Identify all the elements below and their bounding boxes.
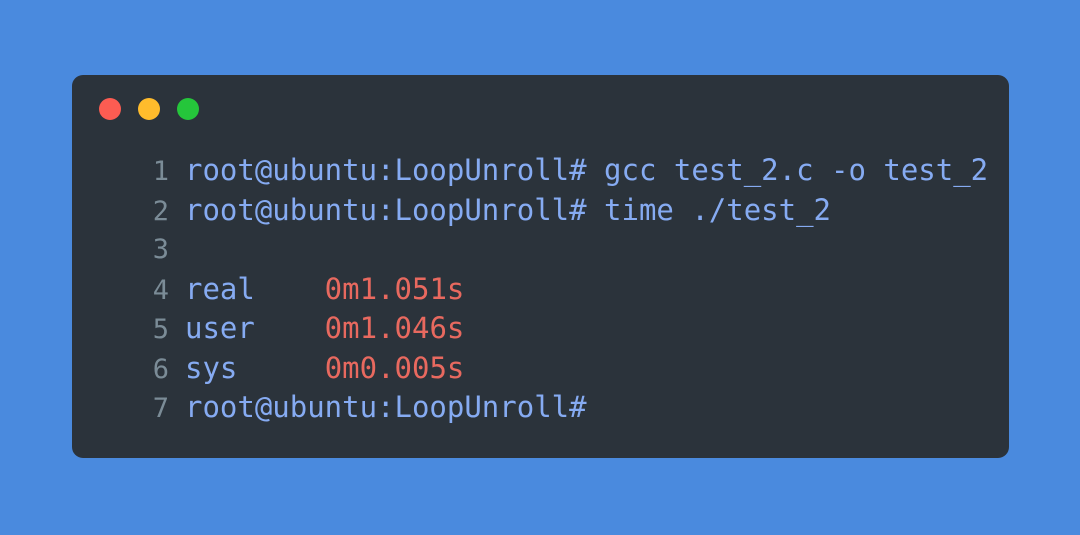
timing-label: sys [185,350,238,385]
line-number: 6 [152,353,169,385]
maximize-icon[interactable] [177,98,199,120]
shell-prompt: root@ubuntu:LoopUnroll# [185,153,587,187]
line-content: root@ubuntu:LoopUnroll# time ./test_2 [185,191,1009,231]
line-content: root@ubuntu:LoopUnroll# [185,388,1009,428]
timing-value: 0m0.005s [237,350,465,385]
shell-command: time ./test_2 [586,192,832,227]
shell-command: gcc test_2.c -o test_2 [586,153,989,187]
line-number: 4 [152,274,169,306]
line-number: 3 [152,234,169,265]
terminal-line: 1 root@ubuntu:LoopUnroll# gcc test_2.c -… [72,151,1009,191]
shell-prompt: root@ubuntu:LoopUnroll# [185,192,587,227]
terminal-line: 2 root@ubuntu:LoopUnroll# time ./test_2 [72,191,1009,231]
line-content: sys 0m0.005s [185,349,1009,389]
line-number: 7 [152,393,169,424]
line-number: 5 [152,314,169,345]
terminal-window: 1 root@ubuntu:LoopUnroll# gcc test_2.c -… [72,75,1009,458]
terminal-line: 5 user 0m1.046s [72,309,1009,349]
line-content: real 0m1.051s [185,270,1009,310]
timing-value: 0m1.046s [254,311,465,345]
minimize-icon[interactable] [138,98,160,120]
page-background: 1 root@ubuntu:LoopUnroll# gcc test_2.c -… [0,0,1080,535]
close-icon[interactable] [99,98,121,120]
terminal-output[interactable]: 1 root@ubuntu:LoopUnroll# gcc test_2.c -… [72,143,1009,428]
timing-label: user [185,311,255,345]
terminal-line: 7 root@ubuntu:LoopUnroll# [72,388,1009,428]
shell-prompt: root@ubuntu:LoopUnroll# [185,390,587,424]
terminal-line: 4 real 0m1.051s [72,270,1009,310]
timing-label: real [185,271,255,306]
line-number: 2 [152,195,169,227]
line-content: user 0m1.046s [185,309,1009,349]
terminal-line: 3 [72,230,1009,270]
line-content: root@ubuntu:LoopUnroll# gcc test_2.c -o … [185,151,1009,191]
line-number: 1 [152,156,169,187]
timing-value: 0m1.051s [254,271,465,306]
terminal-titlebar [72,75,1009,143]
terminal-line: 6 sys 0m0.005s [72,349,1009,389]
